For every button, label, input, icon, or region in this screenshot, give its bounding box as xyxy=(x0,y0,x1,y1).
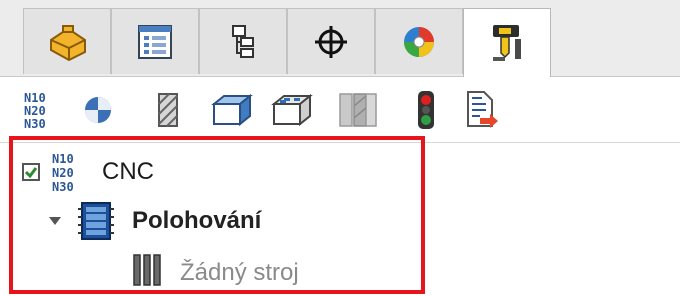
nc-program-icon: N10 N20 N30 xyxy=(24,91,46,130)
cam-feature-tree: N10 N20 N30 CNC Polohování Žádný stroj xyxy=(0,143,680,296)
svg-text:N10: N10 xyxy=(52,152,74,166)
svg-text:N20: N20 xyxy=(52,166,74,180)
machine-icon xyxy=(132,253,162,292)
cam-toolbar: N10 N20 N30 xyxy=(0,78,680,143)
machine-setup-icon xyxy=(76,201,116,241)
traffic-light-icon xyxy=(418,91,434,129)
export-document-button[interactable] xyxy=(460,90,504,130)
pocket-features-icon xyxy=(271,93,313,127)
gray-blocks-icon xyxy=(339,93,377,127)
tab-dimxpert[interactable] xyxy=(287,8,375,74)
property-list-icon xyxy=(138,24,172,59)
crosshair-origin-icon xyxy=(315,25,347,58)
cam-manager-icon xyxy=(493,25,521,61)
expand-arrow-icon[interactable] xyxy=(46,212,64,230)
configuration-tree-icon xyxy=(232,24,254,58)
gray-blocks-button[interactable] xyxy=(336,90,380,130)
tab-property-manager[interactable] xyxy=(111,8,199,74)
svg-text:N20: N20 xyxy=(24,104,46,118)
svg-text:N10: N10 xyxy=(24,91,46,105)
nc-program-button[interactable]: N10 N20 N30 xyxy=(20,90,64,130)
tab-cam-manager[interactable] xyxy=(463,8,551,77)
nc-program-icon: N10 N20 N30 xyxy=(50,151,90,193)
sphere-icon xyxy=(85,97,111,123)
hatched-block-icon xyxy=(158,93,178,127)
tree-node-cnc[interactable]: N10 N20 N30 CNC xyxy=(22,151,154,193)
part-features-icon xyxy=(50,24,86,61)
pocket-features-button[interactable] xyxy=(270,90,314,130)
export-document-icon xyxy=(467,91,498,128)
solid-box-icon xyxy=(211,93,253,127)
tab-configuration-manager[interactable] xyxy=(199,8,287,74)
svg-text:N30: N30 xyxy=(52,180,74,193)
tree-node-label: Žádný stroj xyxy=(180,258,299,286)
tree-node-label: CNC xyxy=(102,158,154,185)
tab-part-features[interactable] xyxy=(23,8,111,74)
checked-checkbox-icon[interactable] xyxy=(22,163,40,181)
tree-node-zadny-stroj[interactable]: Žádný stroj xyxy=(132,253,299,292)
tree-node-label: Polohování xyxy=(132,207,262,234)
sphere-button[interactable] xyxy=(76,90,120,130)
tab-display-manager[interactable] xyxy=(375,8,463,74)
solid-box-button[interactable] xyxy=(210,90,254,130)
hatched-block-button[interactable] xyxy=(146,90,190,130)
traffic-light-button[interactable] xyxy=(404,90,448,130)
svg-text:N30: N30 xyxy=(24,117,46,130)
tab-bar xyxy=(0,0,680,77)
tree-node-polohovani[interactable]: Polohování xyxy=(46,201,261,241)
appearance-color-icon xyxy=(404,26,434,57)
